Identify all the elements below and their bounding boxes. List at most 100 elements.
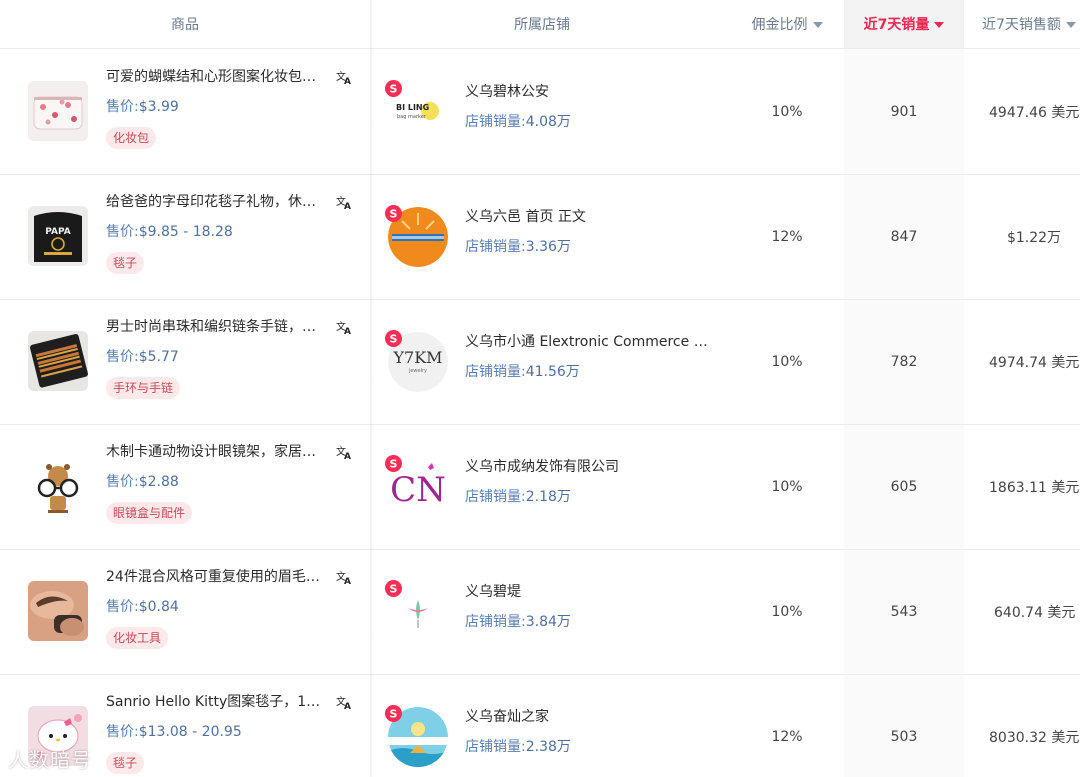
header-revenue7d-label: 近7天销售额 <box>982 17 1061 33</box>
shop-badge-icon: S <box>385 330 402 347</box>
shop-badge-icon: S <box>385 455 402 472</box>
product-name-link[interactable]: 男士时尚串珠和编织链条手链，… <box>106 317 332 337</box>
product-thumbnail[interactable] <box>28 581 88 641</box>
translate-icon[interactable]: 文 A <box>336 444 352 460</box>
store-sales-label: 店铺销量: <box>465 739 526 755</box>
product-price: 售价:$13.08 - 20.95 <box>106 722 242 742</box>
table-row[interactable]: 男士时尚串珠和编织链条手链，… 文 A 售价:$5.77 手环与手链 Y7KM … <box>0 299 1080 425</box>
store-sales-value: 2.18万 <box>525 489 571 505</box>
store-name-link[interactable]: 义乌六邑 首页 正文 <box>465 207 715 227</box>
store-sales-value: 2.38万 <box>525 739 571 755</box>
store-name-link[interactable]: 义乌奋灿之家 <box>465 707 715 727</box>
revenue7d-cell: 4974.74 美元 <box>989 354 1080 371</box>
header-store-label: 所属店铺 <box>514 17 570 33</box>
revenue7d-cell: $1.22万 <box>1006 229 1062 246</box>
price-value: $9.85 - 18.28 <box>138 224 233 240</box>
product-name-link[interactable]: 24件混合风格可重复使用的眉毛… <box>106 567 332 587</box>
header-sales7d-sort[interactable]: 近7天销量 <box>844 0 964 48</box>
sort-caret-icon <box>812 21 823 28</box>
store-logo-text: BI LING <box>396 103 429 112</box>
translate-icon[interactable]: 文 A <box>336 194 352 210</box>
header-commission-sort[interactable]: 佣金比例 <box>730 0 844 48</box>
store-sales-label: 店铺销量: <box>465 614 526 630</box>
store-sales-value: 41.56万 <box>525 364 580 380</box>
commission-cell: 10% <box>771 103 803 120</box>
store-sales: 店铺销量:2.38万 <box>465 737 571 757</box>
product-price: 售价:$5.77 <box>106 347 179 367</box>
shop-badge-icon: S <box>385 80 402 97</box>
store-sales-value: 3.84万 <box>525 614 571 630</box>
store-sales-label: 店铺销量: <box>465 489 526 505</box>
svg-text:S: S <box>390 83 398 96</box>
translate-icon[interactable]: 文 A <box>336 69 352 85</box>
store-sales-label: 店铺销量: <box>465 364 526 380</box>
category-tag: 毯子 <box>106 752 145 774</box>
product-ranking-table: 商品 所属店铺 佣金比例 近7天销量 近7天销售额 可爱的蝴蝶结和心形图案化妆包… <box>0 0 1080 777</box>
store-name-link[interactable]: 义乌碧林公安 <box>465 82 715 102</box>
product-thumbnail[interactable] <box>28 81 88 141</box>
header-product: 商品 <box>0 0 370 48</box>
table-header: 商品 所属店铺 佣金比例 近7天销量 近7天销售额 <box>0 0 1080 49</box>
revenue7d-cell: 8030.32 美元 <box>989 729 1080 746</box>
category-tag: 眼镜盒与配件 <box>106 502 193 524</box>
header-product-label: 商品 <box>171 17 199 33</box>
table-row[interactable]: Sanrio Hello Kitty图案毯子，1… 文 A 售价:$13.08 … <box>0 674 1080 777</box>
product-thumbnail[interactable]: PAPA <box>28 206 88 266</box>
product-name-link[interactable]: Sanrio Hello Kitty图案毯子，1… <box>106 692 332 712</box>
sales7d-cell: 543 <box>890 603 918 620</box>
product-name-link[interactable]: 给爸爸的字母印花毯子礼物，休… <box>106 192 332 212</box>
store-sales-label: 店铺销量: <box>465 114 526 130</box>
product-thumbnail[interactable] <box>28 331 88 391</box>
store-logo-text: Y7KM <box>392 348 442 367</box>
price-label: 售价: <box>106 224 139 240</box>
translate-icon[interactable]: 文 A <box>336 569 352 585</box>
store-name-link[interactable]: 义乌市成纳发饰有限公司 <box>465 457 715 477</box>
price-value: $0.84 <box>138 599 179 615</box>
store-logo-text: CN <box>390 470 446 510</box>
svg-text:A: A <box>344 577 351 585</box>
sales7d-cell: 847 <box>890 228 918 245</box>
store-sales: 店铺销量:3.84万 <box>465 612 571 632</box>
product-price: 售价:$9.85 - 18.28 <box>106 222 233 242</box>
category-tag: 化妆包 <box>106 127 157 149</box>
product-thumbnail[interactable] <box>28 706 88 766</box>
price-label: 售价: <box>106 599 139 615</box>
translate-icon[interactable]: 文 A <box>336 694 352 710</box>
category-tag: 化妆工具 <box>106 627 169 649</box>
store-sales: 店铺销量:3.36万 <box>465 237 571 257</box>
store-sales-label: 店铺销量: <box>465 239 526 255</box>
store-sales-value: 3.36万 <box>525 239 571 255</box>
category-tag: 手环与手链 <box>106 377 181 399</box>
table-row[interactable]: PAPA 给爸爸的字母印花毯子礼物，休… 文 A 售价:$9.85 - 18.2… <box>0 174 1080 300</box>
header-revenue7d-sort[interactable]: 近7天销售额 <box>964 0 1080 48</box>
shop-badge-icon: S <box>385 580 402 597</box>
store-name-link[interactable]: 义乌市小通 Elextronic Commerce … <box>465 332 715 352</box>
price-value: $2.88 <box>138 474 179 490</box>
sort-caret-icon <box>1065 21 1076 28</box>
translate-icon[interactable]: 文 A <box>336 319 352 335</box>
table-row[interactable]: 可爱的蝴蝶结和心形图案化妆包… 文 A 售价:$3.99 化妆包 BI LING… <box>0 49 1080 175</box>
store-name-link[interactable]: 义乌碧堤 <box>465 582 715 602</box>
revenue7d-cell: 4947.46 美元 <box>989 104 1080 121</box>
svg-text:A: A <box>344 452 351 460</box>
header-store: 所属店铺 <box>372 0 712 48</box>
sales7d-cell: 503 <box>890 728 918 745</box>
store-sales-value: 4.08万 <box>525 114 571 130</box>
price-label: 售价: <box>106 349 139 365</box>
thumbnail-text: PAPA <box>45 227 71 237</box>
store-logo-subtext: bag marker <box>397 114 427 120</box>
product-name-link[interactable]: 木制卡通动物设计眼镜架，家居… <box>106 442 332 462</box>
product-name-link[interactable]: 可爱的蝴蝶结和心形图案化妆包… <box>106 67 332 87</box>
category-tag: 毯子 <box>106 252 145 274</box>
commission-cell: 10% <box>771 478 803 495</box>
table-row[interactable]: 木制卡通动物设计眼镜架，家居… 文 A 售价:$2.88 眼镜盒与配件 CN S… <box>0 424 1080 550</box>
price-label: 售价: <box>106 474 139 490</box>
table-row[interactable]: 24件混合风格可重复使用的眉毛… 文 A 售价:$0.84 化妆工具 S 义乌碧… <box>0 549 1080 675</box>
svg-text:A: A <box>344 77 351 85</box>
product-thumbnail[interactable] <box>28 456 88 516</box>
svg-text:S: S <box>390 708 398 721</box>
commission-cell: 10% <box>771 603 803 620</box>
price-value: $3.99 <box>138 99 179 115</box>
product-price: 售价:$2.88 <box>106 472 179 492</box>
sales7d-cell: 901 <box>890 103 918 120</box>
